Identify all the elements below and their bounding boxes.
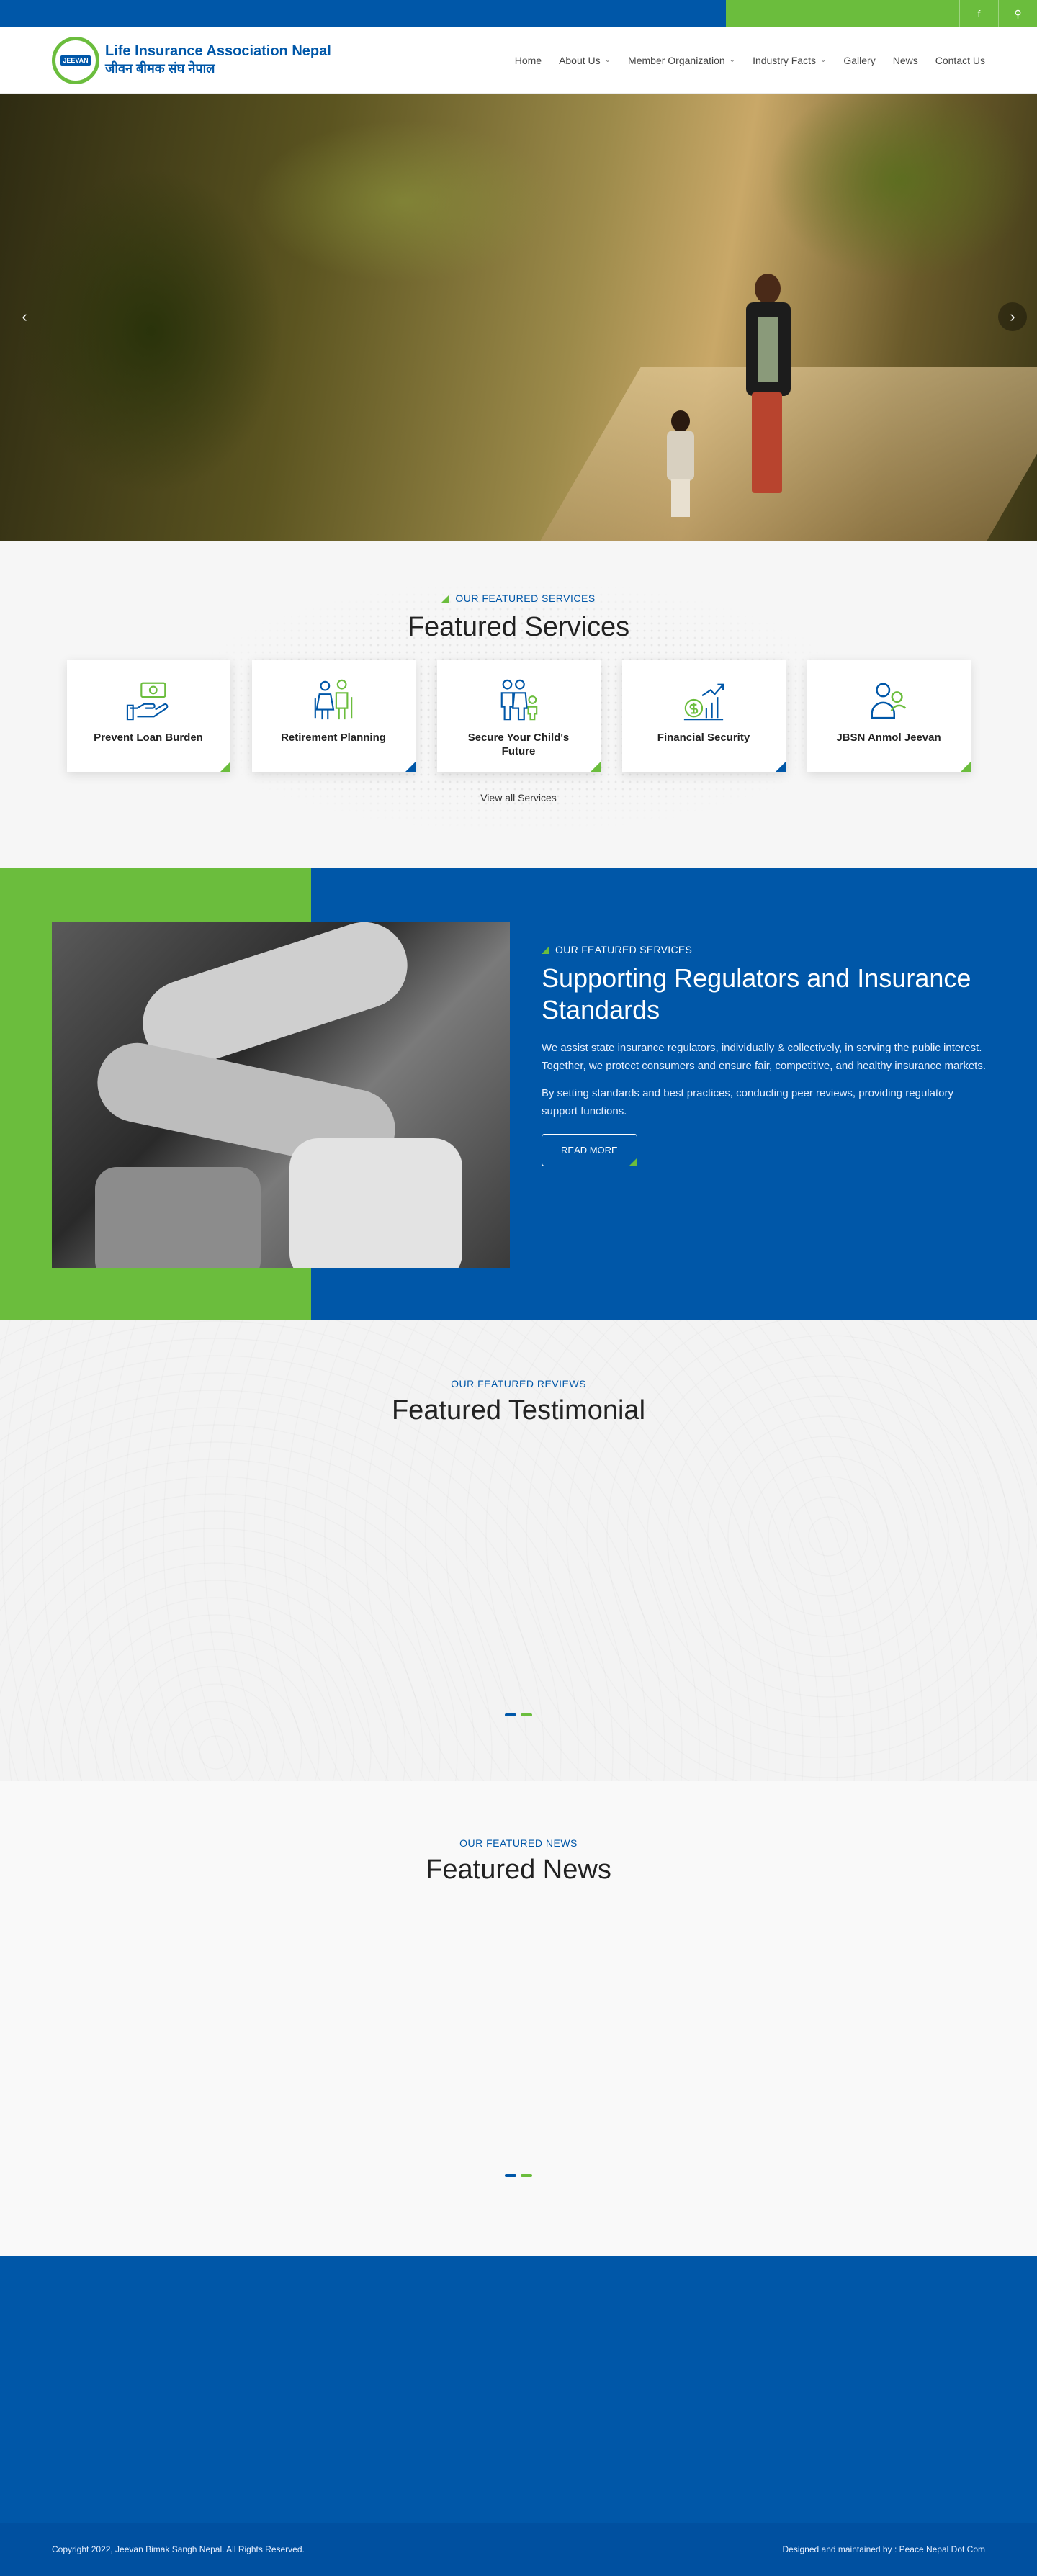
service-card-prevent-loan-burden[interactable]: Prevent Loan Burden [66, 659, 230, 772]
footer-main [0, 2256, 1037, 2523]
card-corner-accent [220, 761, 230, 772]
regulators-eyebrow-text: OUR FEATURED SERVICES [555, 944, 693, 955]
pagination-dot[interactable] [521, 1713, 532, 1716]
read-more-button[interactable]: READ MORE [542, 1133, 637, 1166]
regulators-title: Supporting Regulators and Insurance Stan… [542, 963, 971, 1024]
logo-emblem-text: JEEVAN [60, 55, 91, 66]
news-eyebrow: OUR FEATURED NEWS [459, 1837, 578, 1849]
hero-child-figure [663, 410, 699, 518]
loan-hand-icon [126, 682, 169, 720]
site-footer: Copyright 2022, Jeevan Bimak Sangh Nepal… [0, 2256, 1037, 2576]
people-icon [871, 682, 907, 719]
testimonial-pagination [0, 1713, 1037, 1716]
service-card-label: Retirement Planning [281, 731, 386, 744]
nav-gallery-label: Gallery [843, 54, 876, 66]
nav-about-us[interactable]: About Us ⌄ [559, 55, 611, 66]
nav-contact-us-label: Contact Us [935, 54, 985, 66]
hero-slider: ‹ › [0, 94, 1037, 541]
view-all-services-link[interactable]: View all Services [480, 792, 557, 803]
service-card-label: Secure Your Child's Future [467, 731, 570, 758]
testimonial-eyebrow: OUR FEATURED REVIEWS [451, 1378, 586, 1390]
site-header: JEEVAN Life Insurance Association Nepal … [0, 27, 1037, 94]
service-card-retirement-planning[interactable]: Retirement Planning [251, 659, 416, 772]
top-bar: f ⚲ [0, 0, 1037, 27]
slider-prev-arrow-icon[interactable]: ‹ [10, 302, 39, 331]
services-eyebrow: OUR FEATURED SERVICES [441, 593, 595, 604]
card-corner-accent [960, 761, 971, 772]
elderly-couple-icon [314, 679, 353, 719]
regulators-content: OUR FEATURED SERVICES Supporting Regulat… [542, 944, 988, 1166]
logo-emblem: JEEVAN [52, 36, 99, 84]
triangle-icon [542, 945, 549, 954]
nav-industry-facts-label: Industry Facts [753, 54, 816, 66]
news-pagination [0, 2174, 1037, 2177]
read-more-label: READ MORE [561, 1144, 618, 1156]
nav-contact-us[interactable]: Contact Us [935, 55, 985, 66]
nav-home-label: Home [514, 54, 542, 66]
facebook-icon[interactable]: f [959, 0, 998, 27]
nav-member-organization-label: Member Organization [628, 54, 725, 66]
nav-news[interactable]: News [893, 55, 918, 66]
search-icon[interactable]: ⚲ [998, 0, 1037, 27]
hero-woman-figure [742, 274, 792, 497]
services-eyebrow-text: OUR FEATURED SERVICES [455, 593, 596, 604]
regulators-section: OUR FEATURED SERVICES Supporting Regulat… [0, 868, 1037, 1320]
button-corner-accent [628, 1157, 637, 1166]
chevron-down-icon: ⌄ [604, 56, 611, 64]
nav-gallery[interactable]: Gallery [843, 55, 875, 66]
site-logo[interactable]: JEEVAN Life Insurance Association Nepal … [52, 36, 331, 84]
pagination-dot[interactable] [505, 2174, 516, 2177]
slider-next-arrow-icon[interactable]: › [998, 302, 1027, 331]
chevron-down-icon: ⌄ [729, 56, 736, 64]
card-corner-accent [405, 761, 416, 772]
logo-title: Life Insurance Association Nepal [105, 43, 331, 59]
services-title: Featured Services [407, 611, 630, 642]
family-icon [500, 679, 538, 720]
top-bar-social: f ⚲ [726, 0, 1037, 27]
news-title: Featured News [426, 1855, 611, 1885]
triangle-icon [441, 594, 450, 603]
service-card-label: Financial Security [657, 731, 750, 744]
testimonial-section: OUR FEATURED REVIEWS Featured Testimonia… [0, 1320, 1037, 1781]
service-card-label: JBSN Anmol Jeevan [836, 731, 941, 744]
card-corner-accent [775, 761, 786, 772]
chevron-down-icon: ⌄ [820, 56, 827, 64]
service-card-jbsn-anmol-jeevan[interactable]: JBSN Anmol Jeevan [807, 659, 971, 772]
regulators-paragraph-1: We assist state insurance regulators, in… [542, 1041, 986, 1073]
card-corner-accent [590, 761, 601, 772]
nav-member-organization[interactable]: Member Organization ⌄ [628, 55, 735, 66]
news-section: OUR FEATURED NEWS Featured News [0, 1781, 1037, 2256]
service-card-secure-childs-future[interactable]: Secure Your Child's Future [436, 659, 601, 772]
testimonial-title: Featured Testimonial [391, 1395, 646, 1426]
pagination-dot[interactable] [505, 1713, 516, 1716]
service-cards: Prevent Loan Burden Retirement Planning [0, 659, 1037, 772]
embrace-photo [52, 922, 510, 1268]
nav-about-us-label: About Us [559, 54, 601, 66]
regulators-paragraph-2: By setting standards and best practices,… [542, 1086, 953, 1118]
regulators-eyebrow: OUR FEATURED SERVICES [542, 944, 988, 955]
nav-home[interactable]: Home [515, 55, 542, 66]
main-nav: Home About Us ⌄ Member Organization ⌄ Indu… [515, 55, 985, 66]
copyright-text: Copyright 2022, Jeevan Bimak Sangh Nepal… [52, 2544, 305, 2554]
nav-news-label: News [892, 54, 918, 66]
logo-subtitle: जीवन बीमक संघ नेपाल [105, 61, 215, 76]
growth-chart-icon [683, 683, 724, 720]
service-card-label: Prevent Loan Burden [94, 731, 203, 744]
featured-services-section: OUR FEATURED SERVICES Featured Services … [0, 541, 1037, 868]
pagination-dot[interactable] [521, 2174, 532, 2177]
service-card-financial-security[interactable]: Financial Security [621, 659, 786, 772]
nav-industry-facts[interactable]: Industry Facts ⌄ [753, 55, 826, 66]
footer-bottom-bar: Copyright 2022, Jeevan Bimak Sangh Nepal… [0, 2523, 1037, 2576]
designer-credit-link[interactable]: Designed and maintained by : Peace Nepal… [783, 2544, 986, 2554]
